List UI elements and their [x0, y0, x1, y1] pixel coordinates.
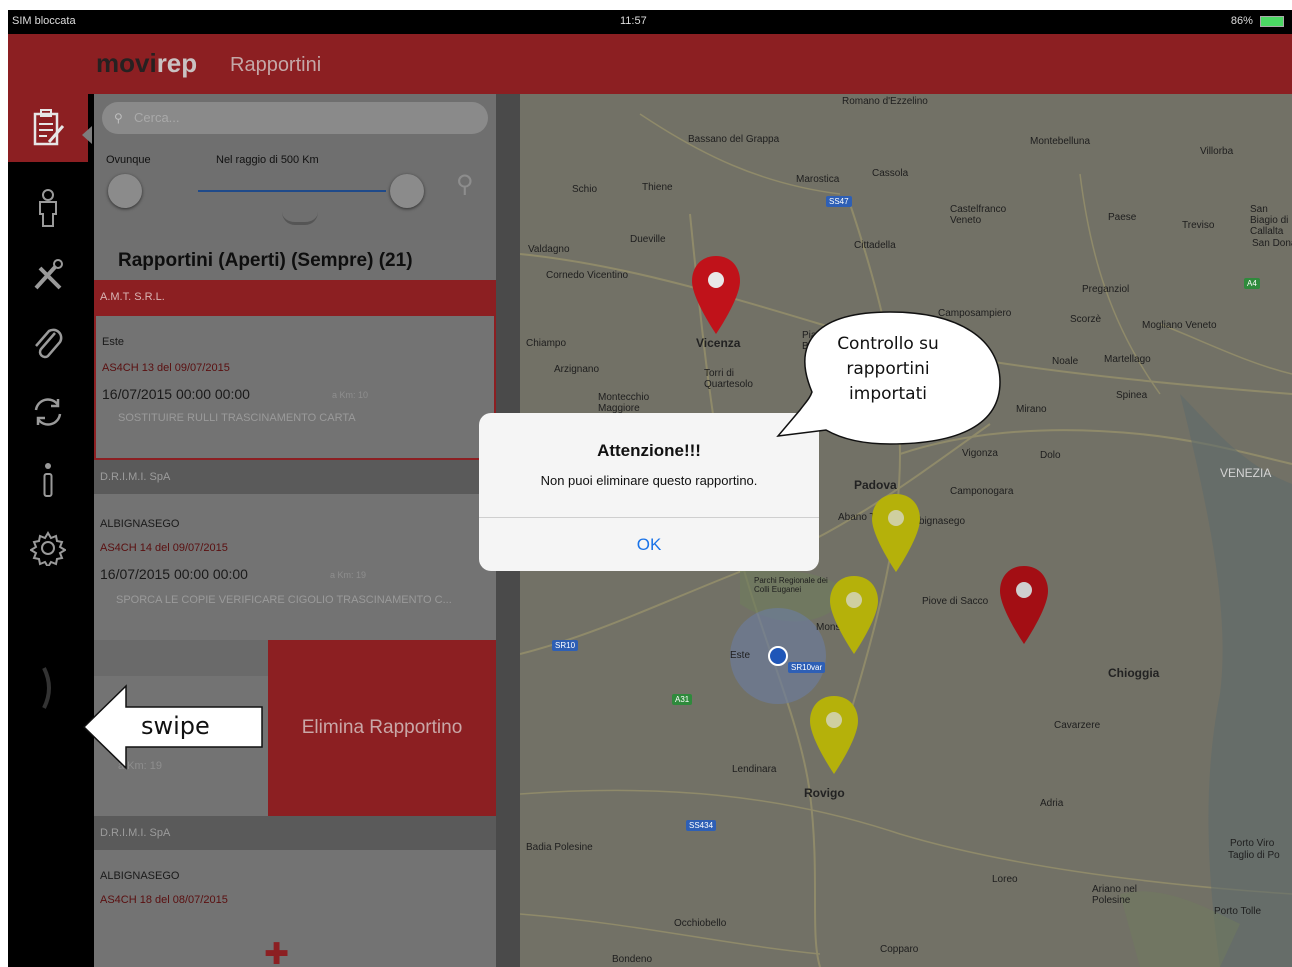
annotation-bubble-text: Controllo su rapportini importati [837, 334, 939, 404]
annotation-swipe-label: swipe [141, 712, 210, 740]
annotation-layer [82, 311, 1001, 770]
